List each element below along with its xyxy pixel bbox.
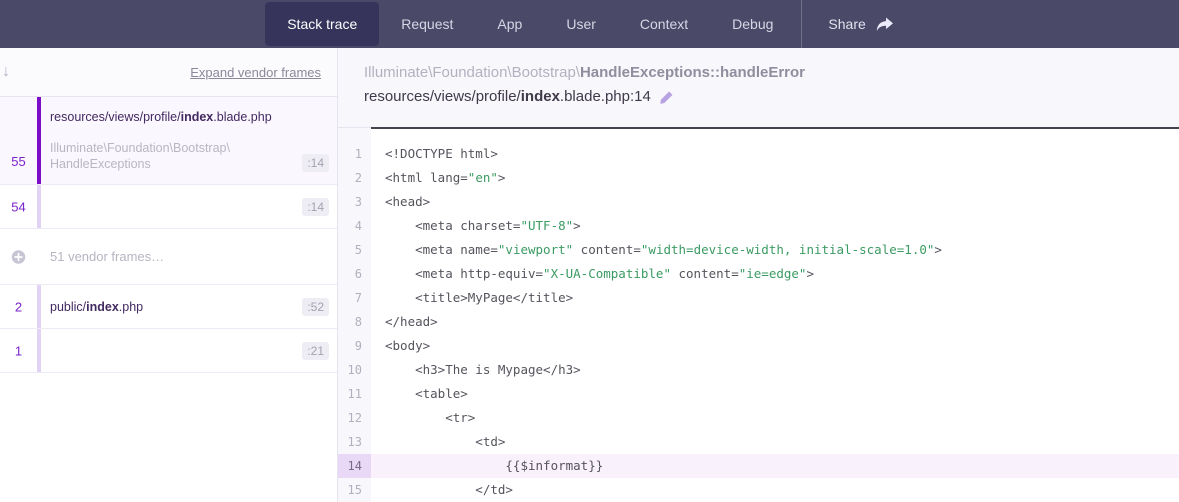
top-navbar: Stack trace Request App User Context Deb… — [0, 0, 1179, 48]
frame-accent-bar — [37, 97, 41, 184]
stack-trace-panel: ↑ ↓ Expand vendor frames 55 resources/vi… — [0, 48, 338, 502]
plus-circle-icon[interactable] — [0, 249, 37, 264]
code-line: </head> — [371, 310, 1179, 334]
tab-request[interactable]: Request — [379, 0, 475, 48]
tab-context[interactable]: Context — [618, 0, 710, 48]
vendor-frames-row[interactable]: 51 vendor frames… — [0, 229, 337, 285]
code-line: {{$informat}} — [371, 454, 1179, 478]
stack-frame-1[interactable]: 1 :21 — [0, 329, 337, 373]
share-button-label: Share — [828, 16, 865, 32]
line-number-gutter: 123456789101112131415 — [338, 127, 371, 502]
frame-number: 55 — [0, 154, 37, 169]
code-line: <tr> — [371, 406, 1179, 430]
share-button[interactable]: Share — [808, 0, 913, 48]
code-line: <title>MyPage</title> — [371, 286, 1179, 310]
tab-app[interactable]: App — [475, 0, 544, 48]
vendor-frames-label: 51 vendor frames… — [50, 229, 337, 284]
stack-panel-header: ↑ ↓ Expand vendor frames — [0, 48, 337, 97]
code-line: <!DOCTYPE html> — [371, 142, 1179, 166]
stack-frame-55[interactable]: 55 resources/views/profile/index.blade.p… — [0, 97, 337, 185]
line-number: 7 — [338, 286, 371, 310]
line-number-badge: :52 — [302, 298, 329, 316]
stack-frame-2[interactable]: 2 public/index.php :52 — [0, 285, 337, 329]
frame-accent-bar — [37, 285, 41, 328]
line-number: 14 — [338, 454, 371, 478]
tab-user[interactable]: User — [544, 0, 618, 48]
frame-method-breadcrumb: Illuminate\Foundation\Bootstrap\HandleEx… — [364, 63, 1167, 83]
nav-tabs: Stack trace Request App User Context Deb… — [265, 0, 914, 48]
editor-header: Illuminate\Foundation\Bootstrap\HandleEx… — [338, 48, 1179, 127]
line-number-badge: :21 — [302, 342, 329, 360]
frame-file-breadcrumb: resources/views/profile/index.blade.php:… — [364, 87, 1167, 107]
code-line: <meta http-equiv="X-UA-Compatible" conte… — [371, 262, 1179, 286]
line-number: 15 — [338, 478, 371, 502]
code-line: <td> — [371, 430, 1179, 454]
line-number: 2 — [338, 166, 371, 190]
code-panel: 123456789101112131415 <!DOCTYPE html><ht… — [338, 127, 1179, 502]
frame-number: 54 — [0, 199, 37, 214]
code-line: <html lang="en"> — [371, 166, 1179, 190]
line-number: 10 — [338, 358, 371, 382]
code-line: <table> — [371, 382, 1179, 406]
line-number: 13 — [338, 430, 371, 454]
tab-debug[interactable]: Debug — [710, 0, 795, 48]
frame-accent-bar — [37, 185, 41, 228]
share-arrow-icon — [875, 16, 894, 33]
line-number-badge: :14 — [302, 154, 329, 172]
code-line: <head> — [371, 190, 1179, 214]
line-number: 9 — [338, 334, 371, 358]
frame-number: 1 — [0, 343, 37, 358]
line-number: 12 — [338, 406, 371, 430]
code-line: <body> — [371, 334, 1179, 358]
frame-accent-bar — [37, 329, 41, 372]
frame-sort-arrows: ↑ ↓ — [0, 63, 12, 81]
code-line: <meta charset="UTF-8"> — [371, 214, 1179, 238]
tab-stack-trace[interactable]: Stack trace — [265, 2, 379, 46]
frame-number: 2 — [0, 299, 37, 314]
edit-pencil-icon[interactable] — [659, 90, 674, 105]
frame-file-path: public/index.php — [50, 300, 143, 314]
code-line: </td> — [371, 478, 1179, 502]
code-line: <h3>The is Mypage</h3> — [371, 358, 1179, 382]
line-number: 8 — [338, 310, 371, 334]
line-number-badge: :14 — [302, 198, 329, 216]
line-number: 5 — [338, 238, 371, 262]
navbar-divider — [801, 0, 802, 48]
code-lines[interactable]: <!DOCTYPE html><html lang="en"><head> <m… — [371, 127, 1179, 502]
frame-method: Illuminate\Foundation\Bootstrap\ HandleE… — [50, 140, 230, 172]
arrow-down-icon[interactable]: ↓ — [2, 63, 12, 81]
stack-frame-54[interactable]: 54 :14 — [0, 185, 337, 229]
line-number: 3 — [338, 190, 371, 214]
frames-list: 55 resources/views/profile/index.blade.p… — [0, 97, 337, 373]
line-number: 6 — [338, 262, 371, 286]
line-number: 11 — [338, 382, 371, 406]
main-content: ↑ ↓ Expand vendor frames 55 resources/vi… — [0, 48, 1179, 502]
line-number: 1 — [338, 142, 371, 166]
code-line: <meta name="viewport" content="width=dev… — [371, 238, 1179, 262]
code-viewer: Illuminate\Foundation\Bootstrap\HandleEx… — [338, 48, 1179, 502]
frame-file-path: resources/views/profile/index.blade.php — [50, 110, 329, 124]
line-number: 4 — [338, 214, 371, 238]
expand-vendor-frames-link[interactable]: Expand vendor frames — [190, 65, 321, 80]
